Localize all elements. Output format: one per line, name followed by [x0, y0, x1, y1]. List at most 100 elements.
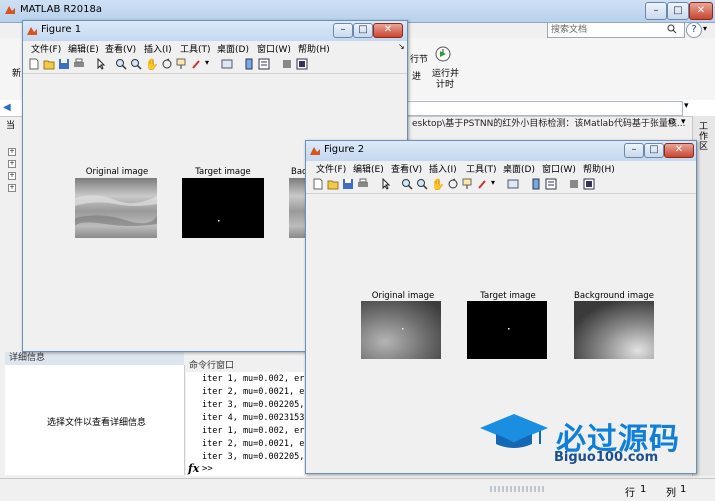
search-input[interactable]: 搜索文档 — [547, 22, 685, 38]
print-icon[interactable] — [73, 58, 85, 70]
ribbon-new-label[interactable]: 新 — [12, 66, 21, 79]
link-plot-icon[interactable] — [221, 58, 233, 70]
matlab-logo-icon — [27, 27, 37, 35]
menu-window[interactable]: 窗口(W) — [257, 42, 291, 55]
data-cursor-icon[interactable] — [462, 178, 474, 190]
figure-2-toolbar: ✋ ▾ — [306, 175, 696, 194]
status-progress-bar — [490, 482, 545, 496]
zoom-out-icon[interactable] — [416, 178, 428, 190]
new-figure-icon[interactable] — [312, 178, 324, 190]
data-cursor-icon[interactable] — [176, 58, 188, 70]
close-button[interactable]: ✕ — [689, 2, 713, 20]
minimize-button[interactable]: – — [624, 143, 644, 158]
pan-hand-icon[interactable]: ✋ — [431, 178, 445, 191]
zoom-out-icon[interactable] — [130, 58, 142, 70]
menu-edit[interactable]: 编辑(E) — [353, 162, 384, 175]
run-and-time-icon[interactable] — [434, 44, 452, 62]
colorbar-icon[interactable] — [530, 178, 542, 190]
minimize-button[interactable]: – — [645, 2, 667, 20]
function-browser-icon[interactable]: fx — [188, 462, 199, 475]
watermark-english: Biguo100.com — [554, 450, 659, 465]
menu-help[interactable]: 帮助(H) — [583, 162, 615, 175]
zoom-in-icon[interactable] — [401, 178, 413, 190]
folder-actions-icon[interactable]: ⊙ — [668, 117, 676, 127]
new-figure-icon[interactable] — [28, 58, 40, 70]
command-output-line: iter 1, mu=0.002, err= — [202, 426, 304, 436]
ribbon-advance-label[interactable]: 进 — [412, 69, 421, 82]
ribbon-section-label[interactable]: 行节 — [410, 52, 428, 65]
collapse-ribbon-icon[interactable]: ▾ — [703, 24, 707, 33]
column-label: 列 — [666, 488, 676, 499]
brush-icon[interactable] — [477, 178, 489, 190]
zoom-in-icon[interactable] — [115, 58, 127, 70]
close-button[interactable]: ✕ — [373, 23, 403, 38]
save-icon[interactable] — [342, 178, 354, 190]
original-image — [75, 178, 157, 238]
target-image — [182, 178, 264, 238]
colorbar-icon[interactable] — [243, 58, 255, 70]
menu-insert[interactable]: 插入(I) — [429, 162, 457, 175]
save-icon[interactable] — [58, 58, 70, 70]
menu-file[interactable]: 文件(F) — [316, 162, 346, 175]
pointer-icon[interactable] — [95, 58, 107, 70]
menu-tools[interactable]: 工具(T) — [466, 162, 497, 175]
menu-window[interactable]: 窗口(W) — [542, 162, 576, 175]
hide-plot-tools-icon[interactable] — [568, 178, 580, 190]
link-plot-icon[interactable] — [507, 178, 519, 190]
menu-file[interactable]: 文件(F) — [31, 42, 61, 55]
command-window[interactable]: iter 1, mu=0.002, err= iter 2, mu=0.0021… — [186, 372, 304, 476]
tree-expand-icon[interactable]: + — [8, 184, 16, 192]
rotate-3d-icon[interactable] — [447, 178, 459, 190]
menu-tools[interactable]: 工具(T) — [180, 42, 211, 55]
run-and-time-label-2[interactable]: 计时 — [436, 77, 454, 90]
address-field[interactable] — [406, 101, 683, 116]
row-value: 1 — [640, 484, 647, 495]
open-file-icon[interactable] — [327, 178, 339, 190]
menu-desktop[interactable]: 桌面(D) — [503, 162, 535, 175]
legend-icon[interactable] — [545, 178, 557, 190]
pointer-icon[interactable] — [380, 178, 392, 190]
menu-edit[interactable]: 编辑(E) — [68, 42, 99, 55]
help-icon[interactable]: ? — [686, 22, 702, 38]
main-window-title: MATLAB R2018a — [20, 4, 103, 15]
menu-help[interactable]: 帮助(H) — [298, 42, 330, 55]
hide-plot-tools-icon[interactable] — [281, 58, 293, 70]
details-panel: 选择文件以查看详细信息 — [5, 365, 185, 475]
minimize-button[interactable]: – — [333, 23, 353, 38]
back-arrow-icon[interactable]: ◀ — [3, 102, 11, 113]
tree-expand-icon[interactable]: + — [8, 148, 16, 156]
close-button[interactable]: ✕ — [664, 143, 694, 158]
figure-2-titlebar[interactable]: Figure 2 – □ ✕ — [306, 141, 696, 161]
workspace-label[interactable]: 工作区 — [699, 122, 709, 152]
open-file-icon[interactable] — [43, 58, 55, 70]
brush-icon[interactable] — [191, 58, 203, 70]
maximize-button[interactable]: □ — [353, 23, 373, 38]
command-prompt[interactable]: >> — [202, 464, 213, 474]
legend-icon[interactable] — [258, 58, 270, 70]
print-icon[interactable] — [357, 178, 369, 190]
tree-expand-icon[interactable]: + — [8, 172, 16, 180]
figure-1-titlebar[interactable]: Figure 1 – □ ✕ — [23, 21, 407, 41]
maximize-button[interactable]: □ — [644, 143, 664, 158]
show-plot-tools-icon[interactable] — [583, 178, 595, 190]
show-plot-tools-icon[interactable] — [296, 58, 308, 70]
brush-dropdown-icon[interactable]: ▾ — [491, 178, 503, 190]
command-output-line: iter 2, mu=0.0021, err — [202, 439, 304, 449]
menu-view[interactable]: 查看(V) — [105, 42, 136, 55]
menu-view[interactable]: 查看(V) — [391, 162, 422, 175]
tree-expand-icon[interactable]: + — [8, 160, 16, 168]
menu-desktop[interactable]: 桌面(D) — [217, 42, 249, 55]
target-image — [467, 301, 547, 359]
folder-menu-icon[interactable]: ▾ — [681, 117, 686, 127]
search-icon[interactable] — [667, 24, 677, 34]
current-folder-label: 当 — [6, 121, 16, 131]
pan-hand-icon[interactable]: ✋ — [145, 58, 159, 71]
address-dropdown-icon[interactable]: ▾ — [684, 101, 689, 111]
figure-1-title: Figure 1 — [41, 24, 82, 35]
rotate-3d-icon[interactable] — [161, 58, 173, 70]
maximize-button[interactable]: □ — [667, 2, 689, 20]
menu-insert[interactable]: 插入(I) — [144, 42, 172, 55]
current-folder-path[interactable]: esktop\基于PSTNN的红外小目标检测：该Matlab代码基于张量核... — [412, 116, 685, 129]
brush-dropdown-icon[interactable]: ▾ — [205, 58, 217, 70]
dock-arrow-icon[interactable]: ↘ — [398, 42, 405, 51]
